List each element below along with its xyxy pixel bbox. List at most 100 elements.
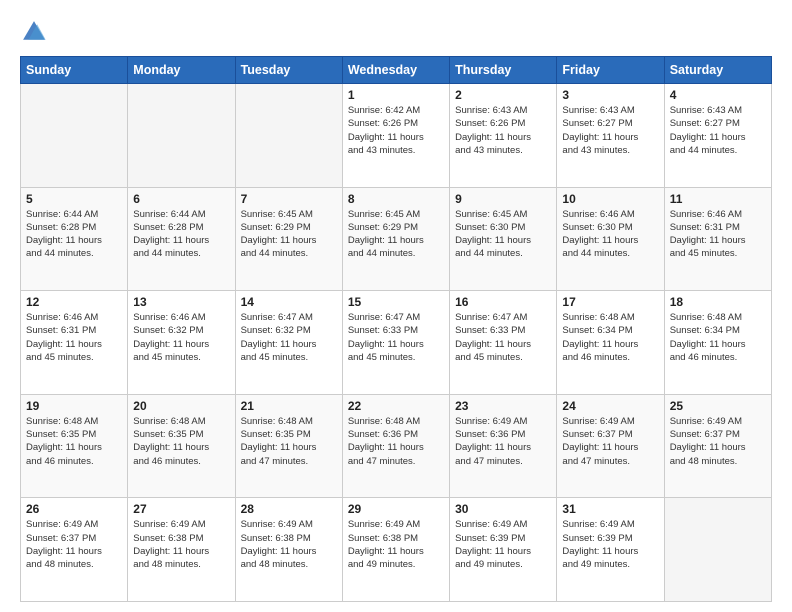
- day-number: 29: [348, 502, 444, 516]
- logo: [20, 18, 52, 46]
- calendar-week-4: 19 Sunrise: 6:48 AM Sunset: 6:35 PM Dayli…: [21, 394, 772, 498]
- calendar-week-2: 5Sunrise: 6:44 AM Sunset: 6:28 PM Daylig…: [21, 187, 772, 291]
- calendar-cell: [235, 84, 342, 188]
- day-number: 15: [348, 295, 444, 309]
- calendar-cell: 18 Sunrise: 6:48 AM Sunset: 6:34 PM Dayli…: [664, 291, 771, 395]
- day-number: 28: [241, 502, 337, 516]
- header: [20, 18, 772, 46]
- day-number: 30: [455, 502, 551, 516]
- weekday-friday: Friday: [557, 57, 664, 84]
- day-number: 23: [455, 399, 551, 413]
- day-info: Sunrise: 6:49 AM Sunset: 6:36 PM Dayligh…: [455, 415, 551, 468]
- weekday-wednesday: Wednesday: [342, 57, 449, 84]
- calendar-cell: 15 Sunrise: 6:47 AM Sunset: 6:33 PM Dayli…: [342, 291, 449, 395]
- weekday-sunday: Sunday: [21, 57, 128, 84]
- calendar-table: SundayMondayTuesdayWednesdayThursdayFrid…: [20, 56, 772, 602]
- day-info: Sunrise: 6:48 AM Sunset: 6:35 PM Dayligh…: [26, 415, 122, 468]
- day-info: Sunrise: 6:49 AM Sunset: 6:38 PM Dayligh…: [241, 518, 337, 571]
- day-number: 18: [670, 295, 766, 309]
- day-number: 27: [133, 502, 229, 516]
- day-info: Sunrise: 6:43 AM Sunset: 6:27 PM Dayligh…: [670, 104, 766, 157]
- day-number: 3: [562, 88, 658, 102]
- calendar-cell: 22 Sunrise: 6:48 AM Sunset: 6:36 PM Dayli…: [342, 394, 449, 498]
- day-number: 25: [670, 399, 766, 413]
- day-info: Sunrise: 6:43 AM Sunset: 6:26 PM Dayligh…: [455, 104, 551, 157]
- calendar-cell: 30 Sunrise: 6:49 AM Sunset: 6:39 PM Dayli…: [450, 498, 557, 602]
- day-info: Sunrise: 6:42 AM Sunset: 6:26 PM Dayligh…: [348, 104, 444, 157]
- day-number: 9: [455, 192, 551, 206]
- day-number: 17: [562, 295, 658, 309]
- day-info: Sunrise: 6:45 AM Sunset: 6:29 PM Dayligh…: [241, 208, 337, 261]
- calendar-cell: 5Sunrise: 6:44 AM Sunset: 6:28 PM Daylig…: [21, 187, 128, 291]
- day-number: 31: [562, 502, 658, 516]
- day-info: Sunrise: 6:49 AM Sunset: 6:38 PM Dayligh…: [133, 518, 229, 571]
- calendar-cell: 16 Sunrise: 6:47 AM Sunset: 6:33 PM Dayli…: [450, 291, 557, 395]
- weekday-tuesday: Tuesday: [235, 57, 342, 84]
- day-info: Sunrise: 6:46 AM Sunset: 6:31 PM Dayligh…: [26, 311, 122, 364]
- day-number: 26: [26, 502, 122, 516]
- calendar-cell: 8Sunrise: 6:45 AM Sunset: 6:29 PM Daylig…: [342, 187, 449, 291]
- day-info: Sunrise: 6:49 AM Sunset: 6:37 PM Dayligh…: [562, 415, 658, 468]
- calendar-cell: 7 Sunrise: 6:45 AM Sunset: 6:29 PM Daylig…: [235, 187, 342, 291]
- day-number: 2: [455, 88, 551, 102]
- day-number: 7: [241, 192, 337, 206]
- calendar-cell: 26Sunrise: 6:49 AM Sunset: 6:37 PM Dayli…: [21, 498, 128, 602]
- day-number: 11: [670, 192, 766, 206]
- calendar-cell: 11 Sunrise: 6:46 AM Sunset: 6:31 PM Dayli…: [664, 187, 771, 291]
- calendar-cell: [664, 498, 771, 602]
- calendar-cell: 27 Sunrise: 6:49 AM Sunset: 6:38 PM Dayli…: [128, 498, 235, 602]
- day-number: 10: [562, 192, 658, 206]
- day-number: 24: [562, 399, 658, 413]
- day-number: 22: [348, 399, 444, 413]
- calendar-cell: 21Sunrise: 6:48 AM Sunset: 6:35 PM Dayli…: [235, 394, 342, 498]
- calendar-week-5: 26Sunrise: 6:49 AM Sunset: 6:37 PM Dayli…: [21, 498, 772, 602]
- calendar-cell: 23 Sunrise: 6:49 AM Sunset: 6:36 PM Dayli…: [450, 394, 557, 498]
- day-number: 5: [26, 192, 122, 206]
- calendar-cell: 12 Sunrise: 6:46 AM Sunset: 6:31 PM Dayli…: [21, 291, 128, 395]
- day-number: 6: [133, 192, 229, 206]
- day-number: 20: [133, 399, 229, 413]
- day-number: 1: [348, 88, 444, 102]
- day-info: Sunrise: 6:46 AM Sunset: 6:31 PM Dayligh…: [670, 208, 766, 261]
- calendar-cell: 25 Sunrise: 6:49 AM Sunset: 6:37 PM Dayli…: [664, 394, 771, 498]
- calendar-cell: 9 Sunrise: 6:45 AM Sunset: 6:30 PM Daylig…: [450, 187, 557, 291]
- calendar-cell: 13 Sunrise: 6:46 AM Sunset: 6:32 PM Dayli…: [128, 291, 235, 395]
- day-info: Sunrise: 6:48 AM Sunset: 6:34 PM Dayligh…: [562, 311, 658, 364]
- day-info: Sunrise: 6:45 AM Sunset: 6:29 PM Dayligh…: [348, 208, 444, 261]
- weekday-thursday: Thursday: [450, 57, 557, 84]
- weekday-monday: Monday: [128, 57, 235, 84]
- day-info: Sunrise: 6:49 AM Sunset: 6:37 PM Dayligh…: [670, 415, 766, 468]
- day-number: 12: [26, 295, 122, 309]
- calendar-cell: 4 Sunrise: 6:43 AM Sunset: 6:27 PM Daylig…: [664, 84, 771, 188]
- weekday-saturday: Saturday: [664, 57, 771, 84]
- page: SundayMondayTuesdayWednesdayThursdayFrid…: [0, 0, 792, 612]
- day-number: 16: [455, 295, 551, 309]
- day-info: Sunrise: 6:49 AM Sunset: 6:38 PM Dayligh…: [348, 518, 444, 571]
- calendar-cell: 29 Sunrise: 6:49 AM Sunset: 6:38 PM Dayli…: [342, 498, 449, 602]
- day-info: Sunrise: 6:48 AM Sunset: 6:34 PM Dayligh…: [670, 311, 766, 364]
- calendar-cell: 24 Sunrise: 6:49 AM Sunset: 6:37 PM Dayli…: [557, 394, 664, 498]
- calendar-cell: [21, 84, 128, 188]
- day-info: Sunrise: 6:48 AM Sunset: 6:35 PM Dayligh…: [241, 415, 337, 468]
- day-info: Sunrise: 6:48 AM Sunset: 6:35 PM Dayligh…: [133, 415, 229, 468]
- day-info: Sunrise: 6:47 AM Sunset: 6:33 PM Dayligh…: [455, 311, 551, 364]
- day-number: 13: [133, 295, 229, 309]
- day-number: 19: [26, 399, 122, 413]
- day-info: Sunrise: 6:49 AM Sunset: 6:39 PM Dayligh…: [562, 518, 658, 571]
- calendar-cell: [128, 84, 235, 188]
- day-info: Sunrise: 6:49 AM Sunset: 6:39 PM Dayligh…: [455, 518, 551, 571]
- calendar-cell: 31 Sunrise: 6:49 AM Sunset: 6:39 PM Dayli…: [557, 498, 664, 602]
- day-info: Sunrise: 6:46 AM Sunset: 6:32 PM Dayligh…: [133, 311, 229, 364]
- day-number: 4: [670, 88, 766, 102]
- calendar-cell: 10Sunrise: 6:46 AM Sunset: 6:30 PM Dayli…: [557, 187, 664, 291]
- calendar-week-3: 12 Sunrise: 6:46 AM Sunset: 6:31 PM Dayli…: [21, 291, 772, 395]
- calendar-week-1: 1 Sunrise: 6:42 AM Sunset: 6:26 PM Daylig…: [21, 84, 772, 188]
- day-info: Sunrise: 6:45 AM Sunset: 6:30 PM Dayligh…: [455, 208, 551, 261]
- calendar-cell: 2 Sunrise: 6:43 AM Sunset: 6:26 PM Daylig…: [450, 84, 557, 188]
- calendar-cell: 28 Sunrise: 6:49 AM Sunset: 6:38 PM Dayli…: [235, 498, 342, 602]
- calendar-cell: 3 Sunrise: 6:43 AM Sunset: 6:27 PM Daylig…: [557, 84, 664, 188]
- day-info: Sunrise: 6:47 AM Sunset: 6:33 PM Dayligh…: [348, 311, 444, 364]
- day-info: Sunrise: 6:48 AM Sunset: 6:36 PM Dayligh…: [348, 415, 444, 468]
- day-number: 14: [241, 295, 337, 309]
- day-info: Sunrise: 6:43 AM Sunset: 6:27 PM Dayligh…: [562, 104, 658, 157]
